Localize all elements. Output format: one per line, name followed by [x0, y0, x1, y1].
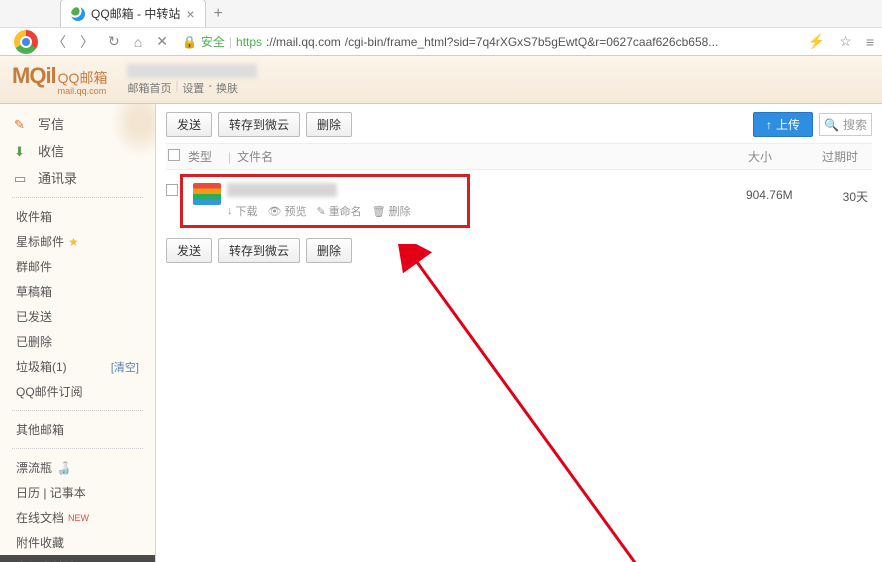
qqmail-favicon [71, 7, 85, 21]
delete-button-2[interactable]: 删除 [306, 238, 352, 263]
spam-clear-link[interactable]: [清空] [111, 359, 139, 375]
sidebar-other-mailboxes[interactable]: 其他邮箱 [0, 417, 155, 442]
sidebar-sent[interactable]: 已发送 [0, 304, 155, 329]
nav-skin[interactable]: 换肤 [216, 80, 238, 96]
address-bar[interactable]: 🔒 安全 | https://mail.qq.com/cgi-bin/frame… [182, 33, 794, 50]
nav-settings[interactable]: 设置 [182, 80, 204, 96]
search-icon: 🔍 [824, 118, 839, 132]
star-icon[interactable]: ☆ [839, 33, 852, 50]
send-button-2[interactable]: 发送 [166, 238, 212, 263]
sidebar-calendar[interactable]: 日历 | 记事本 [0, 480, 155, 505]
delete-button[interactable]: 删除 [306, 112, 352, 137]
send-button[interactable]: 发送 [166, 112, 212, 137]
new-tab-button[interactable]: + [206, 1, 231, 27]
forward-icon[interactable]: 〉 [80, 32, 94, 52]
filename-redacted [227, 183, 337, 197]
chrome-logo-icon [14, 30, 38, 54]
top-toolbar: 发送 转存到微云 删除 ↑上传 🔍搜索 [166, 112, 872, 137]
tab-title: QQ邮箱 - 中转站 [91, 5, 180, 22]
sidebar-bottle[interactable]: 漂流瓶🍶 [0, 455, 155, 480]
sidebar: ✎写信 ⬇收信 ▭通讯录 收件箱 星标邮件★ 群邮件 草稿箱 已发送 已删除 垃… [0, 104, 156, 562]
upload-button[interactable]: ↑上传 [753, 112, 813, 137]
search-box[interactable]: 🔍搜索 [819, 113, 872, 136]
upload-arrow-icon: ↑ [766, 118, 772, 132]
download-icon: ↓ [227, 205, 233, 217]
file-checkbox[interactable] [166, 184, 178, 196]
sidebar-favorites[interactable]: 附件收藏 [0, 530, 155, 555]
save-cloud-button[interactable]: 转存到微云 [218, 112, 300, 137]
sidebar-docs[interactable]: 在线文档NEW [0, 505, 155, 530]
new-badge: NEW [68, 513, 89, 523]
col-size[interactable]: 大小 [710, 148, 810, 165]
col-type[interactable]: 类型 [188, 148, 228, 165]
tab-close-icon[interactable]: × [186, 6, 194, 22]
sidebar-inbox[interactable]: 收件箱 [0, 204, 155, 229]
bottom-toolbar: 发送 转存到微云 删除 [166, 238, 872, 263]
col-name[interactable]: 文件名 [231, 148, 710, 165]
logo-main: MQil [12, 63, 56, 89]
content-panel: 发送 转存到微云 删除 ↑上传 🔍搜索 类型 | 文件名 大小 过期时 ↓下 [156, 104, 882, 562]
browser-toolbar: 〈 〉 ↻ ⌂ ✕ 🔒 安全 | https://mail.qq.com/cgi… [0, 28, 882, 56]
header-user-block: 邮箱首页 | 设置 - 换肤 [127, 64, 257, 96]
browser-tab[interactable]: QQ邮箱 - 中转站 × [60, 0, 206, 27]
browser-tab-bar: QQ邮箱 - 中转站 × + [0, 0, 882, 28]
url-host: ://mail.qq.com [266, 35, 341, 49]
bottle-icon: 🍶 [56, 461, 71, 475]
stop-icon[interactable]: ✕ [156, 33, 168, 50]
trash-icon: 🗑 [372, 205, 386, 218]
url-protocol: https [236, 35, 262, 49]
sidebar-spam[interactable]: 垃圾箱(1)[清空] [0, 354, 155, 379]
sidebar-deleted[interactable]: 已删除 [0, 329, 155, 354]
archive-file-icon [193, 183, 221, 205]
sidebar-compose[interactable]: ✎写信 [0, 110, 155, 137]
file-delete[interactable]: 🗑删除 [372, 203, 411, 219]
file-size: 904.76M [746, 188, 793, 205]
contacts-icon: ▭ [14, 171, 30, 185]
flash-icon[interactable]: ⚡ [808, 33, 825, 50]
logo-brand: QQ邮箱 [58, 68, 108, 88]
file-download[interactable]: ↓下载 [227, 203, 258, 219]
url-path: /cgi-bin/frame_html?sid=7q4rXGxS7b5gEwtQ… [345, 35, 719, 49]
eye-icon: 👁 [268, 205, 282, 218]
sidebar-subscription[interactable]: QQ邮件订阅 [0, 379, 155, 404]
file-expire: 30天 [843, 188, 868, 205]
menu-icon[interactable]: ≡ [866, 34, 874, 50]
sidebar-contacts[interactable]: ▭通讯录 [0, 164, 155, 191]
pencil-icon: ✎ [14, 117, 30, 131]
inbox-icon: ⬇ [14, 144, 30, 158]
sidebar-drafts[interactable]: 草稿箱 [0, 279, 155, 304]
back-icon[interactable]: 〈 [52, 32, 66, 52]
select-all-checkbox[interactable] [168, 149, 180, 161]
sidebar-group[interactable]: 群邮件 [0, 254, 155, 279]
star-icon: ★ [68, 235, 79, 249]
annotation-arrow [396, 244, 656, 562]
reload-icon[interactable]: ↻ [108, 33, 120, 50]
sidebar-receive[interactable]: ⬇收信 [0, 137, 155, 164]
col-expire[interactable]: 过期时 [810, 148, 870, 165]
sidebar-starred[interactable]: 星标邮件★ [0, 229, 155, 254]
nav-home[interactable]: 邮箱首页 [127, 80, 171, 96]
file-row-highlighted[interactable]: ↓下载 👁预览 ✎重命名 🗑删除 [180, 174, 470, 228]
mail-header: MQil QQ邮箱 mail.qq.com 邮箱首页 | 设置 - 换肤 [0, 56, 882, 104]
logo-domain: mail.qq.com [58, 86, 108, 96]
pencil-small-icon: ✎ [316, 205, 325, 218]
file-table-header: 类型 | 文件名 大小 过期时 [166, 143, 872, 170]
mail-logo[interactable]: MQil QQ邮箱 mail.qq.com [12, 63, 107, 96]
home-icon[interactable]: ⌂ [134, 34, 142, 50]
sidebar-transfer[interactable]: 文件中转站 [0, 555, 155, 562]
save-cloud-button-2[interactable]: 转存到微云 [218, 238, 300, 263]
secure-label: 安全 [201, 33, 225, 50]
file-rename[interactable]: ✎重命名 [316, 203, 361, 219]
file-preview[interactable]: 👁预览 [268, 203, 307, 219]
username-redacted [127, 64, 257, 78]
